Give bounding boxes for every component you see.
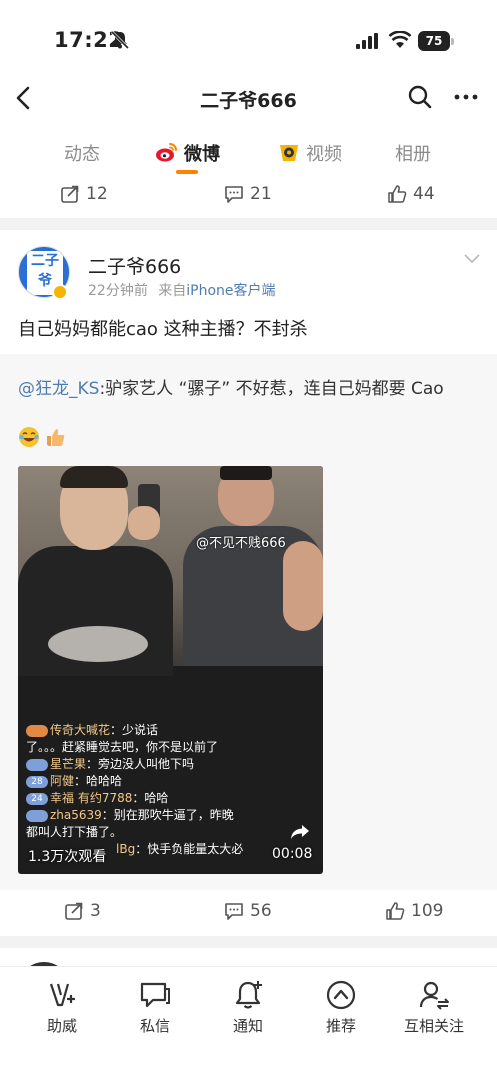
cheer-icon xyxy=(49,983,75,1007)
profile-tabs: 动态 微博 视频 相册 xyxy=(0,128,497,176)
search-icon[interactable] xyxy=(407,84,433,110)
bottom-item-cheer[interactable]: 助威 xyxy=(22,979,102,1036)
nav-bar: 二子爷666 xyxy=(0,76,497,122)
weibo-logo-icon xyxy=(156,143,177,162)
repost-mention[interactable]: @狂龙_KS xyxy=(18,379,99,399)
tab-video[interactable]: 视频 xyxy=(306,140,342,166)
verified-badge-icon xyxy=(52,284,68,300)
like-count: 109 xyxy=(411,901,444,921)
wifi-icon xyxy=(389,31,411,48)
bottom-label: 通知 xyxy=(232,1017,263,1035)
share-icon[interactable] xyxy=(290,824,310,840)
recommend-icon xyxy=(326,980,356,1010)
source-prefix: 来自 xyxy=(158,283,187,299)
author-name[interactable]: 二子爷666 xyxy=(88,252,181,279)
comment-button[interactable]: 56 xyxy=(224,899,272,923)
post-text: 自己妈妈都能cao 这种主播？不封杀 xyxy=(18,319,308,340)
bottom-label: 助威 xyxy=(46,1017,77,1035)
repost-body: :驴家艺人 “骡子” 不好惹，连自己妈都要 Cao xyxy=(99,379,444,399)
battery-icon: 75 xyxy=(418,31,454,51)
video-thumbnail: @不见不贱666 xyxy=(18,466,323,676)
battery-level: 75 xyxy=(418,31,450,51)
live-chat: 传奇大喊花：少说话 了。。。赶紧睡觉去吧，你不是以前了 星芒果：旁边没人叫他下吗… xyxy=(26,722,316,858)
more-icon[interactable] xyxy=(453,84,479,110)
bottom-item-mutual-follow[interactable]: 互相关注 xyxy=(394,979,474,1036)
status-bar: 17:22 75 xyxy=(0,0,497,76)
repost-text: @狂龙_KS:驴家艺人 “骡子” 不好惹，连自己妈都要 Cao xyxy=(18,374,444,399)
repost-block[interactable]: @狂龙_KS:驴家艺人 “骡子” 不好惹，连自己妈都要 Cao @不见不贱666… xyxy=(0,354,497,890)
chat-line: 传奇大喊花：少说话 xyxy=(26,722,316,739)
repost-icon xyxy=(61,185,79,203)
feed-divider xyxy=(0,218,497,230)
like-icon xyxy=(386,902,405,920)
tab-album[interactable]: 相册 xyxy=(395,140,431,166)
signal-icon xyxy=(356,33,378,49)
message-icon xyxy=(140,982,170,1008)
post-meta: 22分钟前 来自iPhone客户端 xyxy=(88,280,276,300)
post-source[interactable]: iPhone客户端 xyxy=(186,283,275,299)
comment-icon xyxy=(225,903,243,920)
comment-button[interactable]: 21 xyxy=(224,182,272,206)
repost-count: 12 xyxy=(86,184,108,204)
post-actions: 3 56 109 xyxy=(0,893,497,929)
bottom-label: 互相关注 xyxy=(403,1017,464,1035)
video-watermark: @不见不贱666 xyxy=(196,536,286,551)
tab-dynamic[interactable]: 动态 xyxy=(64,140,100,166)
bottom-label: 推荐 xyxy=(325,1017,356,1035)
chevron-down-icon[interactable] xyxy=(463,252,481,266)
repost-icon xyxy=(65,902,83,920)
repost-button[interactable]: 3 xyxy=(64,899,101,923)
repost-button[interactable]: 12 xyxy=(60,182,108,206)
chat-line: 星芒果：旁边没人叫他下吗 xyxy=(26,756,316,773)
comment-icon xyxy=(225,186,243,203)
video-player[interactable]: @不见不贱666 传奇大喊花：少说话 了。。。赶紧睡觉去吧，你不是以前了 星芒果… xyxy=(18,466,323,874)
bottom-tab-bar: 助威 私信 通知 推荐 互相关注 xyxy=(0,966,497,1080)
chat-line: 都叫人打下播了。 xyxy=(26,825,123,839)
bottom-item-notifications[interactable]: 通知 xyxy=(208,979,288,1036)
like-button[interactable]: 109 xyxy=(385,899,443,923)
bell-muted-icon xyxy=(110,30,130,50)
mutual-follow-icon xyxy=(419,981,449,1010)
video-icon xyxy=(280,145,298,161)
prev-post-actions: 12 21 44 xyxy=(0,176,497,212)
repost-count: 3 xyxy=(90,901,101,921)
comment-count: 56 xyxy=(250,901,272,921)
laugh-cry-emoji-icon xyxy=(19,427,39,447)
thumbs-up-emoji-icon xyxy=(47,429,65,446)
chat-line: 28 阿健：哈哈哈 xyxy=(26,773,316,790)
feed-divider xyxy=(0,936,497,948)
comment-count: 21 xyxy=(250,184,272,204)
like-count: 44 xyxy=(413,184,435,204)
chat-line: 了。。。赶紧睡觉去吧，你不是以前了 xyxy=(26,740,219,754)
video-duration: 00:08 xyxy=(272,846,313,862)
chat-line: zha5639：别在那吹牛逼了，昨晚 xyxy=(26,807,316,824)
bell-icon xyxy=(235,981,262,1009)
bottom-label: 私信 xyxy=(139,1017,170,1035)
chat-line: 24 幸福 有约7788：哈哈 xyxy=(26,790,316,807)
tab-indicator xyxy=(176,170,198,174)
post-time: 22分钟前 xyxy=(88,283,148,299)
emoji-row xyxy=(18,426,66,448)
like-button[interactable]: 44 xyxy=(387,182,435,206)
bottom-item-messages[interactable]: 私信 xyxy=(115,979,195,1036)
like-icon xyxy=(388,185,407,203)
view-count: 1.3万次观看 xyxy=(28,849,107,865)
bottom-item-recommend[interactable]: 推荐 xyxy=(301,979,381,1036)
tab-weibo[interactable]: 微博 xyxy=(184,140,220,166)
